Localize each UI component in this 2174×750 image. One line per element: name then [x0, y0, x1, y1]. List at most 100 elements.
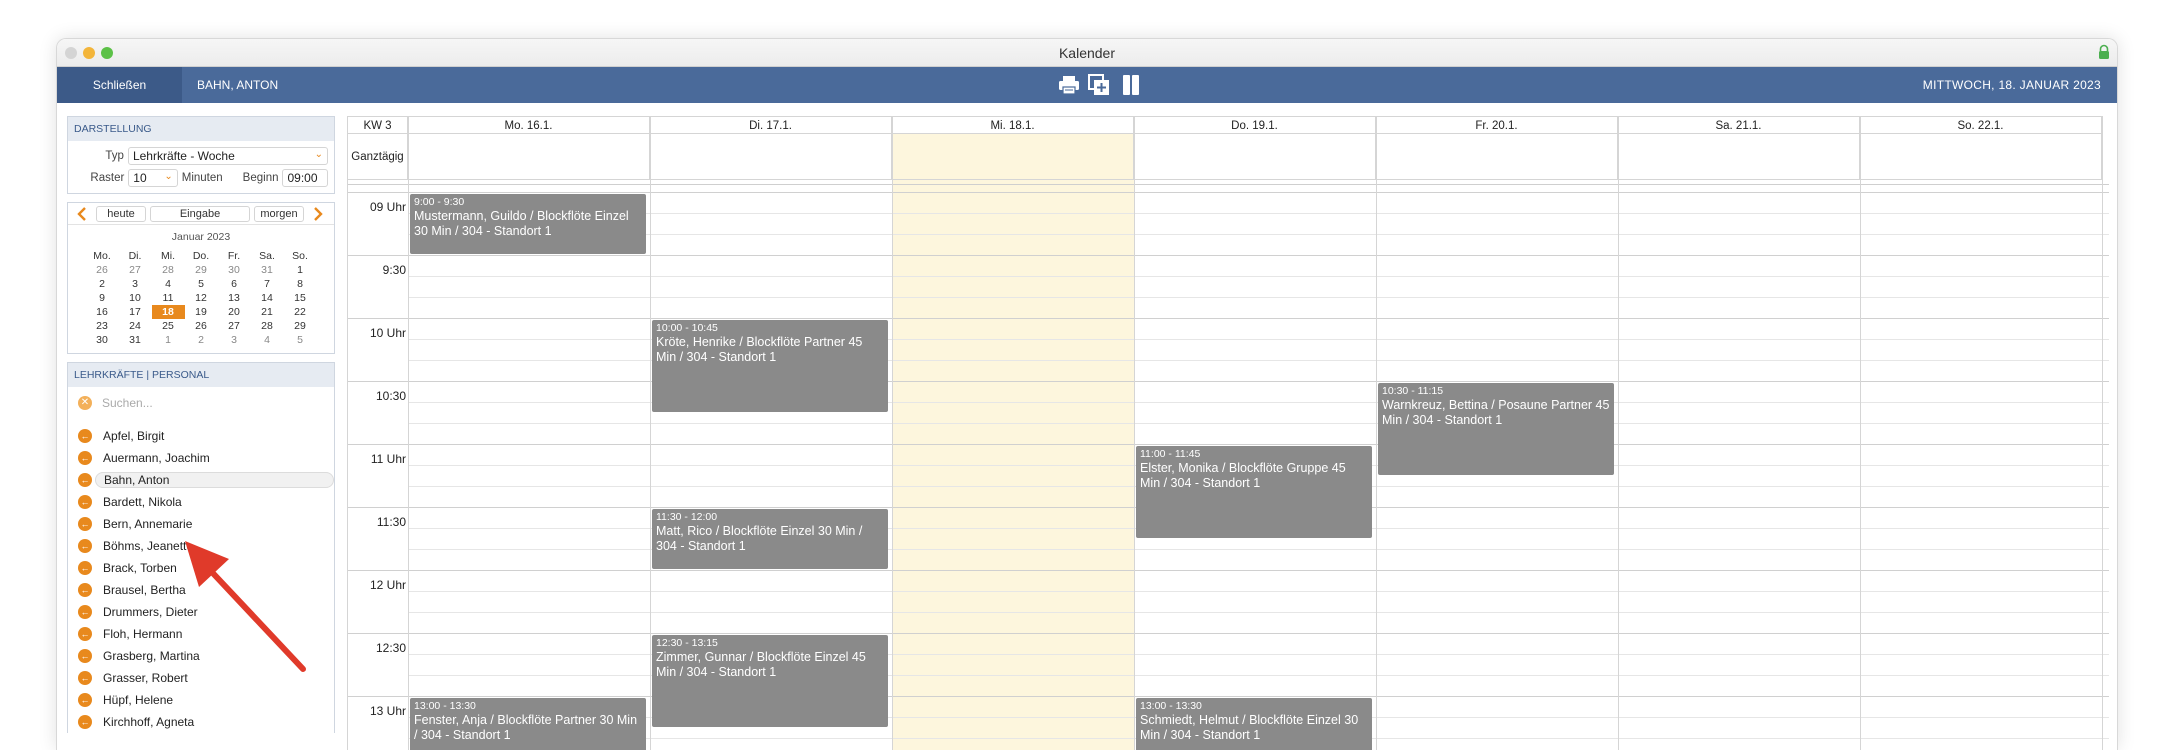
- search-input[interactable]: Suchen...: [102, 396, 153, 410]
- appointment-event[interactable]: 12:30 - 13:15 Zimmer, Gunnar / Blockflöte…: [652, 635, 888, 727]
- teacher-list-item[interactable]: ← Apfel, Birgit: [68, 425, 334, 447]
- teacher-list-item[interactable]: ← Drummers, Dieter: [68, 601, 334, 623]
- calendar-day[interactable]: 27: [119, 263, 152, 277]
- day-header[interactable]: Mo. 16.1.: [408, 116, 650, 134]
- calendar-day[interactable]: 12: [185, 291, 218, 305]
- teacher-list-item[interactable]: ← Floh, Hermann: [68, 623, 334, 645]
- calendar-day[interactable]: 2: [185, 333, 218, 347]
- teacher-list-item[interactable]: ← Bardett, Nikola: [68, 491, 334, 513]
- calendar-day[interactable]: 9: [86, 291, 119, 305]
- appointment-event[interactable]: 10:00 - 10:45 Kröte, Henrike / Blockflöte…: [652, 320, 888, 412]
- allday-cell[interactable]: [1618, 134, 1860, 180]
- calendar-day[interactable]: 16: [86, 305, 119, 319]
- calendar-day[interactable]: 20: [218, 305, 251, 319]
- teacher-list-item[interactable]: ← Auermann, Joachim: [68, 447, 334, 469]
- teacher-list-item[interactable]: ← Brausel, Bertha: [68, 579, 334, 601]
- calendar-day[interactable]: 21: [251, 305, 284, 319]
- beginn-input[interactable]: 09:00: [282, 169, 328, 187]
- input-button[interactable]: Eingabe: [150, 205, 250, 222]
- calendar-day[interactable]: 3: [218, 333, 251, 347]
- day-header[interactable]: Fr. 20.1.: [1376, 116, 1618, 134]
- teacher-list-item[interactable]: ← Hüpf, Helene: [68, 689, 334, 711]
- teacher-list-item[interactable]: ← Brack, Torben: [68, 557, 334, 579]
- close-button[interactable]: Schließen: [57, 67, 182, 103]
- clear-search-icon[interactable]: ✕: [78, 396, 92, 410]
- calendar-day[interactable]: 8: [284, 277, 317, 291]
- day-header[interactable]: So. 22.1.: [1860, 116, 2102, 134]
- calendar-day[interactable]: 7: [251, 277, 284, 291]
- calendar-day[interactable]: 1: [152, 333, 185, 347]
- calendar-day[interactable]: 11: [152, 291, 185, 305]
- raster-select[interactable]: 10 ⌄: [128, 169, 178, 187]
- arrow-left-circle-icon[interactable]: ←: [78, 561, 92, 575]
- calendar-day[interactable]: 14: [251, 291, 284, 305]
- calendar-day[interactable]: 30: [218, 263, 251, 277]
- columns-icon[interactable]: [1119, 73, 1143, 97]
- appointment-event[interactable]: 10:30 - 11:15 Warnkreuz, Bettina / Posaun…: [1378, 383, 1614, 475]
- chevron-left-icon[interactable]: [74, 206, 90, 222]
- allday-cell[interactable]: [408, 134, 650, 180]
- calendar-day[interactable]: 15: [284, 291, 317, 305]
- appointment-event[interactable]: 11:30 - 12:00 Matt, Rico / Blockflöte Ein…: [652, 509, 888, 569]
- calendar-day[interactable]: 22: [284, 305, 317, 319]
- arrow-left-circle-icon[interactable]: ←: [78, 517, 92, 531]
- allday-cell[interactable]: [650, 134, 892, 180]
- calendar-day[interactable]: 5: [284, 333, 317, 347]
- calendar-day[interactable]: 26: [86, 263, 119, 277]
- arrow-left-circle-icon[interactable]: ←: [78, 495, 92, 509]
- calendar-day[interactable]: 29: [185, 263, 218, 277]
- add-copy-icon[interactable]: [1087, 73, 1111, 97]
- appointment-event[interactable]: 11:00 - 11:45 Elster, Monika / Blockflöte…: [1136, 446, 1372, 538]
- calendar-day[interactable]: 28: [152, 263, 185, 277]
- calendar-day[interactable]: 4: [251, 333, 284, 347]
- calendar-day[interactable]: 31: [251, 263, 284, 277]
- calendar-day[interactable]: 5: [185, 277, 218, 291]
- arrow-left-circle-icon[interactable]: ←: [78, 429, 92, 443]
- arrow-left-circle-icon[interactable]: ←: [78, 539, 92, 553]
- teacher-list-item[interactable]: ← Grasser, Robert: [68, 667, 334, 689]
- arrow-left-circle-icon[interactable]: ←: [78, 715, 92, 729]
- calendar-day[interactable]: 24: [119, 319, 152, 333]
- allday-cell[interactable]: [892, 134, 1134, 180]
- arrow-left-circle-icon[interactable]: ←: [78, 451, 92, 465]
- selected-day[interactable]: 18: [151, 305, 185, 319]
- teacher-list-item[interactable]: ← Grasberg, Martina: [68, 645, 334, 667]
- calendar-day[interactable]: 27: [218, 319, 251, 333]
- appointment-event[interactable]: 13:00 - 13:30 Schmiedt, Helmut / Blockflö…: [1136, 698, 1372, 750]
- teacher-list-item[interactable]: ← Bahn, Anton: [68, 469, 334, 491]
- teacher-list-item[interactable]: ← Bern, Annemarie: [68, 513, 334, 535]
- arrow-left-circle-icon[interactable]: ←: [78, 649, 92, 663]
- calendar-day[interactable]: 6: [218, 277, 251, 291]
- calendar-day[interactable]: 26: [185, 319, 218, 333]
- calendar-day[interactable]: 10: [119, 291, 152, 305]
- teacher-list-item[interactable]: ← Böhms, Jeanette: [68, 535, 334, 557]
- calendar-day[interactable]: 25: [152, 319, 185, 333]
- calendar-day[interactable]: 29: [284, 319, 317, 333]
- calendar-day[interactable]: 23: [86, 319, 119, 333]
- day-header[interactable]: Sa. 21.1.: [1618, 116, 1860, 134]
- day-header[interactable]: Mi. 18.1.: [892, 116, 1134, 134]
- calendar-day[interactable]: 28: [251, 319, 284, 333]
- calendar-day[interactable]: 4: [152, 277, 185, 291]
- arrow-left-circle-icon[interactable]: ←: [78, 473, 92, 487]
- allday-cell[interactable]: [1860, 134, 2102, 180]
- calendar-day[interactable]: 3: [119, 277, 152, 291]
- day-header[interactable]: Do. 19.1.: [1134, 116, 1376, 134]
- today-button[interactable]: heute: [96, 205, 146, 222]
- arrow-left-circle-icon[interactable]: ←: [78, 605, 92, 619]
- arrow-left-circle-icon[interactable]: ←: [78, 671, 92, 685]
- appointment-event[interactable]: 13:00 - 13:30 Fenster, Anja / Blockflöte …: [410, 698, 646, 750]
- appointment-event[interactable]: 9:00 - 9:30 Mustermann, Guildo / Blockflö…: [410, 194, 646, 254]
- calendar-day[interactable]: 31: [119, 333, 152, 347]
- printer-icon[interactable]: [1057, 73, 1081, 97]
- arrow-left-circle-icon[interactable]: ←: [78, 627, 92, 641]
- calendar-day[interactable]: 19: [185, 305, 218, 319]
- chevron-right-icon[interactable]: [310, 206, 326, 222]
- calendar-day[interactable]: 2: [86, 277, 119, 291]
- teacher-list-item[interactable]: ← Kirchhoff, Agneta: [68, 711, 334, 733]
- calendar-day[interactable]: 17: [119, 305, 152, 319]
- allday-cell[interactable]: [1376, 134, 1618, 180]
- arrow-left-circle-icon[interactable]: ←: [78, 583, 92, 597]
- tomorrow-button[interactable]: morgen: [254, 205, 304, 222]
- calendar-day[interactable]: 30: [86, 333, 119, 347]
